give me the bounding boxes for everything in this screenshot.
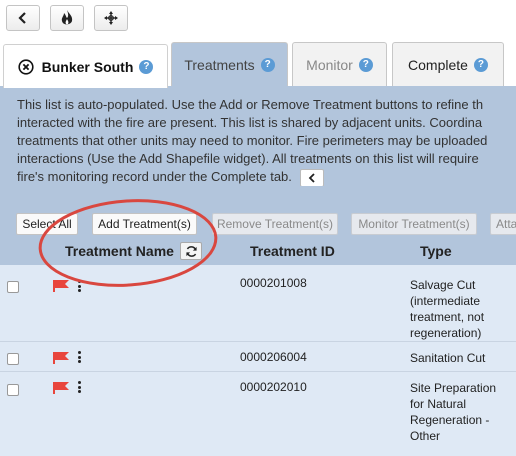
table-header: Treatment Name Treatment ID Type bbox=[0, 241, 516, 263]
row-menu-icon[interactable] bbox=[78, 280, 82, 294]
row-menu-icon[interactable] bbox=[78, 381, 82, 395]
tab-bar: Bunker South ? Treatments ? Monitor ? Co… bbox=[0, 42, 516, 88]
help-icon[interactable]: ? bbox=[139, 59, 154, 74]
tab-label: Complete bbox=[408, 56, 468, 73]
pan-button[interactable] bbox=[94, 5, 128, 31]
close-circle-icon[interactable] bbox=[18, 58, 34, 75]
row-menu-icon[interactable] bbox=[78, 351, 82, 365]
refresh-button[interactable] bbox=[180, 242, 202, 260]
treatment-id-cell: 0000202010 bbox=[240, 380, 307, 394]
instructions-line: fire's monitoring record under the Compl… bbox=[17, 169, 292, 184]
row-checkbox[interactable] bbox=[7, 384, 19, 396]
fire-icon bbox=[61, 10, 73, 25]
attach-button[interactable]: Atta bbox=[490, 213, 516, 235]
instructions-line: This list is auto-populated. Use the Add… bbox=[17, 97, 484, 112]
tab-complete[interactable]: Complete ? bbox=[392, 42, 504, 86]
remove-treatments-button[interactable]: Remove Treatment(s) bbox=[212, 213, 338, 235]
help-icon[interactable]: ? bbox=[473, 57, 488, 72]
treatment-id-cell: 0000206004 bbox=[240, 350, 307, 364]
fire-button[interactable] bbox=[50, 5, 84, 31]
column-header-treatment-name[interactable]: Treatment Name bbox=[65, 243, 174, 259]
collapse-button[interactable] bbox=[299, 168, 324, 186]
add-treatments-button[interactable]: Add Treatment(s) bbox=[92, 213, 197, 235]
instructions-line: interacted with the fire are present. Th… bbox=[17, 115, 483, 130]
tab-treatments[interactable]: Treatments ? bbox=[171, 42, 288, 86]
instructions-line: treatments that other units may need to … bbox=[17, 133, 488, 148]
treatment-type-cell: Site Preparation for Natural Regeneratio… bbox=[410, 381, 497, 443]
instructions-text: This list is auto-populated. Use the Add… bbox=[17, 96, 516, 186]
table-row: 0000201008 Salvage Cut (intermediate tre… bbox=[0, 265, 516, 342]
monitor-treatments-button[interactable]: Monitor Treatment(s) bbox=[351, 213, 477, 235]
row-checkbox[interactable] bbox=[7, 353, 19, 365]
top-toolbar bbox=[0, 0, 516, 40]
chevron-left-icon bbox=[18, 12, 26, 24]
row-checkbox[interactable] bbox=[7, 281, 19, 293]
instructions-line: interactions (Use the Add Shapefile widg… bbox=[17, 151, 479, 166]
help-icon[interactable]: ? bbox=[260, 57, 275, 72]
refresh-icon bbox=[185, 245, 197, 257]
select-all-button[interactable]: Select All bbox=[16, 213, 78, 235]
column-header-treatment-id[interactable]: Treatment ID bbox=[250, 243, 335, 259]
treatment-id-cell: 0000201008 bbox=[240, 276, 307, 290]
treatment-type-cell: Sanitation Cut bbox=[410, 351, 486, 365]
tab-bunker-south[interactable]: Bunker South ? bbox=[3, 44, 168, 88]
instructions-line-last: fire's monitoring record under the Compl… bbox=[17, 168, 516, 186]
move-crosshair-icon bbox=[104, 11, 118, 25]
table-row: 0000206004 Sanitation Cut bbox=[0, 342, 516, 372]
tab-label: Monitor bbox=[306, 56, 353, 73]
tab-label: Bunker South bbox=[41, 58, 134, 75]
flag-icon[interactable] bbox=[53, 382, 69, 394]
table-row: 0000202010 Site Preparation for Natural … bbox=[0, 372, 516, 456]
chevron-left-icon bbox=[308, 172, 315, 183]
treatments-table-body: 0000201008 Salvage Cut (intermediate tre… bbox=[0, 265, 516, 456]
help-icon[interactable]: ? bbox=[358, 57, 373, 72]
back-button[interactable] bbox=[6, 5, 40, 31]
flag-icon[interactable] bbox=[53, 280, 69, 292]
tab-monitor[interactable]: Monitor ? bbox=[292, 42, 387, 86]
tab-label: Treatments bbox=[184, 56, 255, 73]
flag-icon[interactable] bbox=[53, 352, 69, 364]
column-header-type[interactable]: Type bbox=[420, 243, 452, 259]
treatment-type-cell: Salvage Cut (intermediate treatment, not… bbox=[410, 278, 485, 340]
